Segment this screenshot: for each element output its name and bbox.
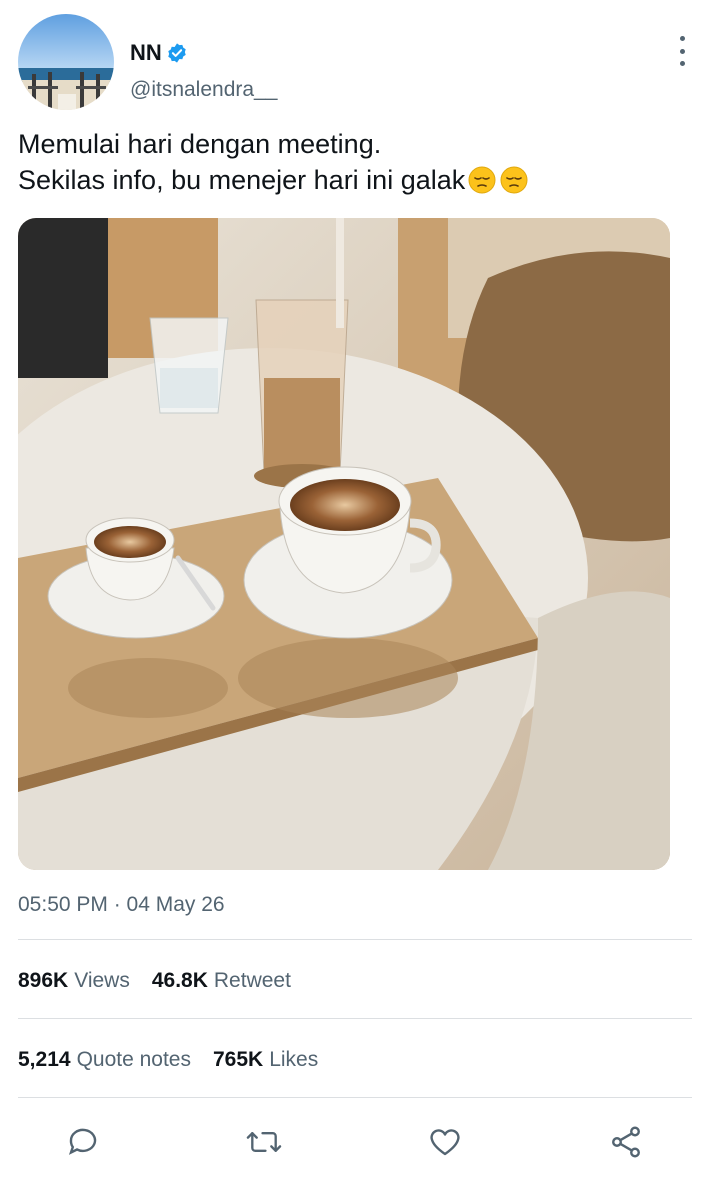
tweet-text: Memulai hari dengan meeting. Sekilas inf… <box>18 126 688 198</box>
user-handle[interactable]: @itsnalendra__ <box>130 78 277 102</box>
quotes-label: Quote notes <box>76 1048 191 1071</box>
views-count: 896K <box>18 969 69 992</box>
retweet-icon[interactable] <box>244 1122 284 1162</box>
share-icon[interactable] <box>606 1122 646 1162</box>
likes-stat[interactable]: 765K Likes <box>213 1048 318 1072</box>
tweet-text-line-1: Memulai hari dengan meeting. <box>18 129 382 159</box>
views-label: Views <box>74 969 130 992</box>
pensive-face-emoji-icon <box>467 165 497 195</box>
stats-row-1: 896K Views 46.8K Retweet <box>18 969 291 993</box>
tweet-photo[interactable] <box>18 218 670 870</box>
likes-label: Likes <box>269 1048 319 1071</box>
retweet-count: 46.8K <box>151 969 208 992</box>
stats-row-2: 5,214 Quote notes 765K Likes <box>18 1048 318 1072</box>
divider <box>18 1097 692 1098</box>
quotes-stat[interactable]: 5,214 Quote notes <box>18 1048 191 1072</box>
action-bar <box>0 1112 710 1172</box>
views-stat[interactable]: 896K Views <box>18 969 130 993</box>
name-row: NN <box>130 40 188 66</box>
retweet-label: Retweet <box>213 969 291 992</box>
quotes-count: 5,214 <box>18 1048 71 1071</box>
tweet-timestamp[interactable]: 05:50 PM · 04 May 26 <box>18 893 225 917</box>
retweet-stat[interactable]: 46.8K Retweet <box>152 969 291 993</box>
tweet-text-line-2-content: Sekilas info, bu menejer hari ini galak <box>18 165 466 195</box>
tweet-text-line-2: Sekilas info, bu menejer hari ini galak <box>18 162 688 198</box>
like-icon[interactable] <box>425 1122 465 1162</box>
reply-icon[interactable] <box>63 1122 103 1162</box>
tweet-header: NN @itsnalendra__ <box>18 14 698 114</box>
beach-pier-avatar-icon <box>18 14 114 110</box>
avatar[interactable] <box>18 14 114 110</box>
more-options-icon[interactable] <box>672 34 692 68</box>
divider <box>18 1018 692 1019</box>
coffee-cups-on-table-photo-icon <box>18 218 670 870</box>
divider <box>18 939 692 940</box>
display-name[interactable]: NN <box>130 40 162 66</box>
likes-count: 765K <box>212 1048 264 1071</box>
verified-badge-icon <box>166 42 188 64</box>
pensive-face-emoji-icon <box>499 165 529 195</box>
